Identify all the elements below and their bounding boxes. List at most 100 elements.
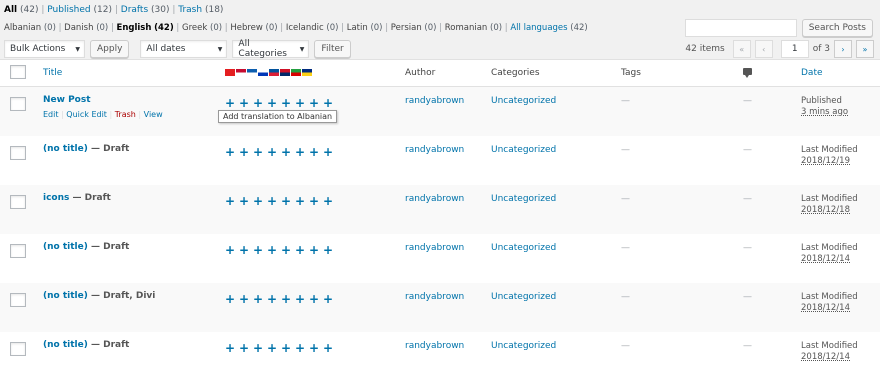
- add-translation-icon[interactable]: +: [225, 244, 235, 256]
- add-translation-icon[interactable]: +: [309, 146, 319, 158]
- add-translation-icon[interactable]: +: [309, 244, 319, 256]
- add-translation-icon[interactable]: +: [239, 97, 249, 109]
- add-translation-icon[interactable]: +: [323, 195, 333, 207]
- row-checkbox[interactable]: [10, 146, 26, 160]
- add-translation-icon[interactable]: +: [253, 97, 263, 109]
- lang-all-languages[interactable]: All languages: [510, 23, 567, 33]
- status-trash[interactable]: Trash (18): [178, 5, 223, 15]
- status-drafts[interactable]: Drafts (30): [121, 5, 170, 15]
- search-posts-button[interactable]: Search Posts: [801, 19, 873, 37]
- post-title-link[interactable]: (no title): [43, 242, 88, 252]
- add-translation-icon[interactable]: +: [309, 342, 319, 354]
- add-translation-icon[interactable]: +: [239, 146, 249, 158]
- author-link[interactable]: randyabrown: [405, 96, 464, 106]
- trash-link[interactable]: Trash: [115, 110, 136, 119]
- tags-cell: —: [621, 243, 630, 253]
- add-translation-icon[interactable]: +: [239, 293, 249, 305]
- category-link[interactable]: Uncategorized: [491, 145, 556, 155]
- add-translation-icon[interactable]: +: [267, 97, 277, 109]
- add-translation-icon[interactable]: +: [225, 146, 235, 158]
- add-translation-icon[interactable]: +: [267, 195, 277, 207]
- add-translation-icon[interactable]: +: [295, 195, 305, 207]
- category-link[interactable]: Uncategorized: [491, 243, 556, 253]
- add-translation-icon[interactable]: +: [225, 97, 235, 109]
- add-translation-icon[interactable]: +: [295, 146, 305, 158]
- add-translation-icon[interactable]: +: [267, 293, 277, 305]
- date-status: Last Modified: [801, 292, 858, 302]
- add-translation-icon[interactable]: +: [281, 97, 291, 109]
- add-translation-icon[interactable]: +: [323, 293, 333, 305]
- column-date-sort[interactable]: Date: [801, 68, 823, 78]
- add-translation-icon[interactable]: +: [253, 244, 263, 256]
- add-translation-icon[interactable]: +: [239, 342, 249, 354]
- search-input[interactable]: [684, 19, 797, 37]
- add-translation-icon[interactable]: +: [225, 293, 235, 305]
- category-link[interactable]: Uncategorized: [491, 341, 556, 351]
- current-page-input[interactable]: 1: [780, 40, 809, 58]
- date-status: Last Modified: [801, 145, 858, 155]
- post-title-link[interactable]: New Post: [43, 95, 91, 105]
- add-translation-icon[interactable]: +: [281, 244, 291, 256]
- add-translation-icon[interactable]: +: [267, 244, 277, 256]
- author-link[interactable]: randyabrown: [405, 243, 464, 253]
- add-translation-icon[interactable]: +: [309, 195, 319, 207]
- column-tags: Tags: [621, 59, 743, 87]
- add-translation-icon[interactable]: +: [267, 342, 277, 354]
- quick-edit-link[interactable]: Quick Edit: [66, 110, 107, 119]
- row-checkbox[interactable]: [10, 97, 26, 111]
- add-translation-icon[interactable]: +: [225, 195, 235, 207]
- add-translation-icon[interactable]: +: [253, 293, 263, 305]
- add-translation-icon[interactable]: +: [253, 146, 263, 158]
- add-translation-icon[interactable]: +: [281, 293, 291, 305]
- add-translation-icon[interactable]: +: [281, 342, 291, 354]
- add-translation-icon[interactable]: +: [295, 97, 305, 109]
- categories-select[interactable]: All Categories ▼: [232, 39, 310, 59]
- column-title-sort[interactable]: Title: [43, 68, 62, 78]
- last-page-button[interactable]: »: [856, 40, 874, 58]
- post-title-link[interactable]: icons: [43, 193, 69, 203]
- apply-button[interactable]: Apply: [90, 40, 130, 58]
- status-published[interactable]: Published (12): [47, 5, 112, 15]
- category-link[interactable]: Uncategorized: [491, 194, 556, 204]
- row-checkbox[interactable]: [10, 293, 26, 307]
- next-page-button[interactable]: ›: [834, 40, 852, 58]
- add-translation-icon[interactable]: +: [239, 195, 249, 207]
- bulk-actions-select[interactable]: Bulk Actions ▼: [4, 40, 85, 58]
- post-title-link[interactable]: (no title): [43, 144, 88, 154]
- dates-select[interactable]: All dates ▼: [140, 40, 228, 58]
- post-title-link[interactable]: (no title): [43, 291, 88, 301]
- add-translation-icon[interactable]: +: [323, 342, 333, 354]
- row-checkbox[interactable]: [10, 244, 26, 258]
- status-all[interactable]: All (42): [4, 5, 39, 15]
- author-link[interactable]: randyabrown: [405, 145, 464, 155]
- add-translation-icon[interactable]: +: [295, 293, 305, 305]
- add-translation-icon[interactable]: +: [281, 195, 291, 207]
- row-checkbox[interactable]: [10, 342, 26, 356]
- category-link[interactable]: Uncategorized: [491, 96, 556, 106]
- add-translation-icon[interactable]: +: [323, 244, 333, 256]
- language-filter-links: Albanian (0) | Danish (0) | English (42)…: [4, 23, 588, 33]
- add-translation-icon[interactable]: +: [253, 342, 263, 354]
- filter-button[interactable]: Filter: [314, 40, 351, 58]
- comment-icon[interactable]: [743, 68, 752, 78]
- author-link[interactable]: randyabrown: [405, 194, 464, 204]
- author-link[interactable]: randyabrown: [405, 341, 464, 351]
- post-title-link[interactable]: (no title): [43, 340, 88, 350]
- add-translation-icon[interactable]: +: [225, 342, 235, 354]
- add-translation-icon[interactable]: +: [309, 293, 319, 305]
- add-translation-icon[interactable]: +: [323, 97, 333, 109]
- add-translation-icon[interactable]: +: [309, 97, 319, 109]
- add-translation-icon[interactable]: +: [267, 146, 277, 158]
- row-checkbox[interactable]: [10, 195, 26, 209]
- add-translation-icon[interactable]: +: [281, 146, 291, 158]
- author-link[interactable]: randyabrown: [405, 292, 464, 302]
- add-translation-icon[interactable]: +: [253, 195, 263, 207]
- add-translation-icon[interactable]: +: [295, 244, 305, 256]
- add-translation-icon[interactable]: +: [239, 244, 249, 256]
- select-all-checkbox[interactable]: [10, 64, 26, 79]
- add-translation-icon[interactable]: +: [295, 342, 305, 354]
- category-link[interactable]: Uncategorized: [491, 292, 556, 302]
- edit-link[interactable]: Edit: [43, 110, 59, 119]
- add-translation-icon[interactable]: +: [323, 146, 333, 158]
- view-link[interactable]: View: [144, 110, 163, 119]
